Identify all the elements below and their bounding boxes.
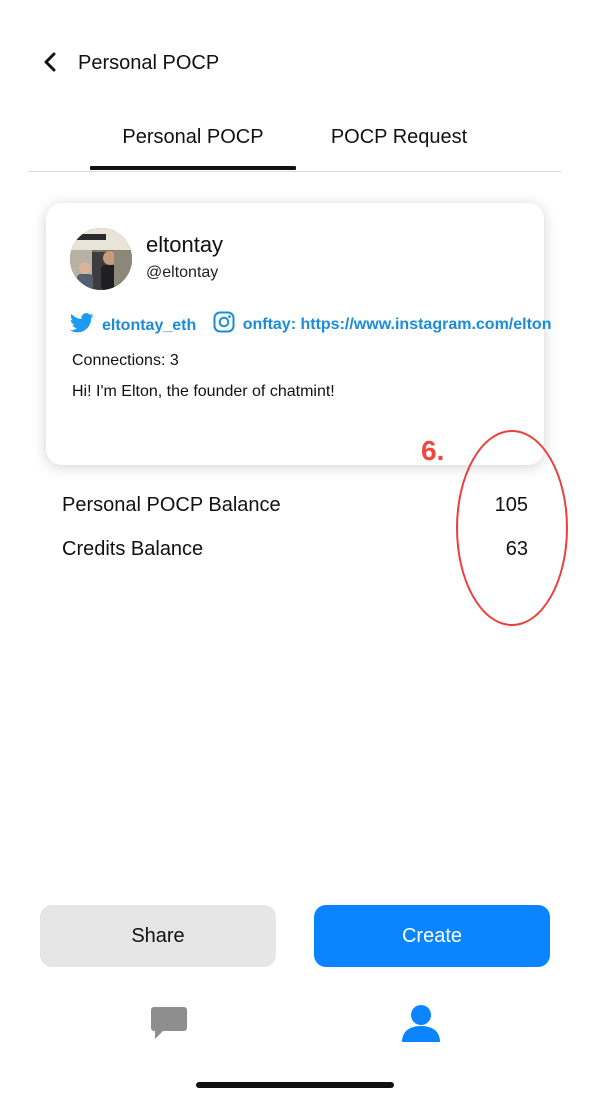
tab-pocp-request[interactable]: POCP Request bbox=[296, 126, 502, 149]
social-links: eltontay_eth onftay: https://www.instagr… bbox=[69, 311, 552, 338]
profile-card: eltontay @eltontay eltontay_eth onftay: … bbox=[46, 203, 551, 465]
share-button[interactable]: Share bbox=[40, 905, 276, 967]
twitter-icon bbox=[69, 313, 94, 338]
annotation-circle bbox=[456, 430, 568, 626]
tabbar-profile[interactable] bbox=[396, 1000, 446, 1050]
profile-username: eltontay bbox=[146, 232, 224, 257]
person-icon bbox=[401, 1003, 441, 1048]
stat-label: Personal POCP Balance bbox=[62, 494, 281, 516]
avatar bbox=[70, 228, 132, 290]
tab-bar: Personal POCP POCP Request bbox=[28, 118, 562, 172]
tabbar-chat[interactable] bbox=[144, 1000, 194, 1050]
tab-personal-pocp[interactable]: Personal POCP bbox=[90, 126, 296, 149]
connections-count: Connections: 3 bbox=[72, 352, 179, 369]
annotation-label: 6. bbox=[421, 435, 445, 466]
stat-row-pocp-balance: Personal POCP Balance 105 bbox=[62, 494, 530, 524]
nav-bar: Personal POCP bbox=[0, 44, 590, 84]
profile-bio: Hi! I'm Elton, the founder of chatmint! bbox=[72, 383, 335, 400]
home-indicator bbox=[196, 1082, 394, 1088]
instagram-link[interactable]: onftay: https://www.instagram.com/elton bbox=[213, 311, 552, 338]
profile-handle: @eltontay bbox=[146, 264, 219, 281]
stat-value: 105 bbox=[494, 494, 528, 516]
chevron-left-icon bbox=[42, 52, 58, 77]
chat-icon bbox=[150, 1005, 188, 1046]
instagram-icon bbox=[213, 311, 235, 338]
active-tab-indicator bbox=[90, 166, 296, 170]
twitter-handle: eltontay_eth bbox=[102, 316, 197, 334]
create-button[interactable]: Create bbox=[314, 905, 550, 967]
instagram-handle: onftay: https://www.instagram.com/elton bbox=[242, 315, 552, 333]
stat-row-credits-balance: Credits Balance 63 bbox=[62, 538, 530, 568]
stat-value: 63 bbox=[505, 538, 528, 560]
stat-label: Credits Balance bbox=[62, 538, 204, 560]
back-button[interactable] bbox=[36, 50, 64, 78]
page-title: Personal POCP bbox=[78, 52, 220, 74]
twitter-link[interactable]: eltontay_eth bbox=[69, 313, 197, 338]
